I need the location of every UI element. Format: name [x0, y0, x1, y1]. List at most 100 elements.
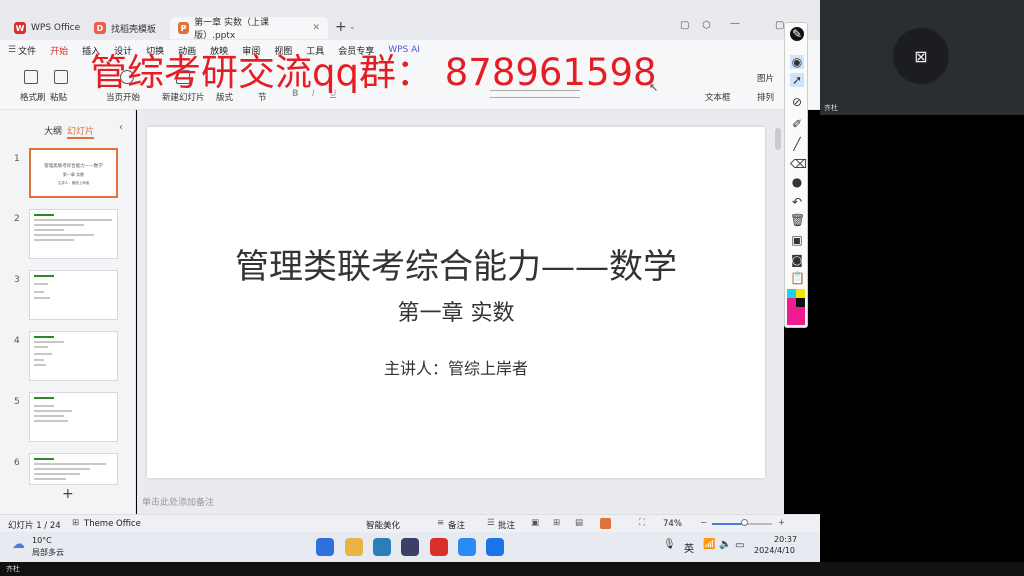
slide-number: 4: [14, 336, 20, 346]
paste-icon[interactable]: [54, 70, 68, 84]
wifi-icon[interactable]: 📶: [703, 539, 715, 550]
vertical-scrollbar[interactable]: [775, 128, 781, 150]
grid-view-icon[interactable]: ⊞: [553, 518, 560, 528]
start-icon[interactable]: [316, 538, 334, 556]
comments-button[interactable]: 批注: [498, 519, 515, 531]
notes-icon: ≡: [437, 518, 445, 528]
format-painter-icon[interactable]: [24, 70, 38, 84]
cube-icon[interactable]: ⬡: [702, 20, 711, 31]
paste-button[interactable]: 粘贴: [50, 91, 67, 103]
current-color[interactable]: [787, 307, 805, 325]
wps-taskbar-icon[interactable]: [430, 538, 448, 556]
zoom-slider-fill: [712, 523, 744, 525]
window-icon[interactable]: ▢: [680, 20, 689, 31]
slide-count: 幻灯片 1 / 24: [8, 521, 61, 531]
minimize-icon[interactable]: —: [730, 18, 740, 29]
comment-icon: ☰: [487, 518, 495, 528]
menu-file[interactable]: 文件: [18, 44, 36, 57]
bottom-name-label: 齐杜: [6, 565, 20, 573]
camera-icon[interactable]: ◙: [790, 253, 804, 267]
weather-desc[interactable]: 局部多云: [32, 547, 64, 558]
slide-thumb-3[interactable]: [29, 270, 118, 320]
new-tab-icon[interactable]: +: [335, 19, 347, 35]
volume-icon[interactable]: 🔈: [719, 539, 731, 550]
theme-name[interactable]: Theme Office: [84, 519, 141, 529]
arrange-button[interactable]: 排列: [757, 91, 774, 103]
tab-bar: W WPS Office D 找稻壳模板 P 第一章 实数（上课版）.pptx …: [0, 0, 820, 41]
slide-number: 1: [14, 154, 20, 164]
microphone-icon[interactable]: 🎙: [663, 539, 676, 550]
color-black[interactable]: [796, 298, 805, 307]
slide-thumb-2[interactable]: [29, 209, 118, 259]
slide-thumb-1[interactable]: 管理类联考综合能力——数学 第一章 实数 主讲人：管综上岸者: [29, 148, 118, 198]
clipboard-icon[interactable]: 📋: [790, 271, 805, 285]
tab-slides[interactable]: 幻灯片: [67, 124, 95, 139]
color-cyan[interactable]: [787, 289, 796, 298]
menu-home[interactable]: 开始: [50, 44, 68, 57]
store-icon[interactable]: [373, 538, 391, 556]
meeting-icon[interactable]: [486, 538, 504, 556]
textbox-button[interactable]: 文本框: [705, 91, 731, 103]
board-icon[interactable]: ▣: [790, 233, 804, 247]
feishu-icon[interactable]: [458, 538, 476, 556]
pointer-icon[interactable]: ➚: [790, 73, 804, 87]
camera-off-icon: ⊠: [914, 46, 928, 66]
picture-button[interactable]: 图片: [757, 72, 774, 84]
weather-temp[interactable]: 10°C: [32, 536, 52, 545]
tab-outline[interactable]: 大纲: [44, 124, 62, 137]
clock-date[interactable]: 2024/4/10: [754, 546, 795, 555]
tab-pptx[interactable]: P 第一章 实数（上课版）.pptx ✕: [170, 17, 328, 41]
thumb-subtitle: 第一章 实数: [62, 172, 85, 177]
zoom-level[interactable]: 74%: [663, 519, 682, 529]
tab-docer[interactable]: D 找稻壳模板: [86, 17, 164, 39]
annotation-toolbar: ✎ ◉ ➚ ⊘ ✐ ╱ ⌫ ● ↶ 🗑 ▣ ◙ 📋: [784, 22, 808, 328]
battery-icon[interactable]: ▭: [735, 540, 744, 551]
slide-thumb-4[interactable]: [29, 331, 118, 381]
participant-name: 齐杜: [824, 104, 838, 112]
collapse-panel-icon[interactable]: ‹: [119, 122, 123, 133]
reading-view-icon[interactable]: ▤: [575, 518, 583, 528]
current-slide[interactable]: 管理类联考综合能力——数学 第一章 实数 主讲人：管综上岸者: [147, 127, 765, 478]
zoom-in-icon[interactable]: +: [778, 518, 785, 528]
chevron-down-icon[interactable]: ⌄: [349, 22, 356, 31]
no-entry-icon[interactable]: ⊘: [790, 95, 804, 109]
fit-window-icon[interactable]: ⛶: [639, 518, 645, 528]
add-slide-button[interactable]: +: [62, 486, 74, 502]
clock-time[interactable]: 20:37: [774, 535, 797, 544]
format-painter-button[interactable]: 格式刷: [20, 91, 46, 103]
ime-indicator[interactable]: 英: [684, 540, 694, 555]
dot-icon[interactable]: ●: [790, 175, 804, 189]
slide-title[interactable]: 管理类联考综合能力——数学: [147, 239, 765, 288]
app-m-icon[interactable]: [401, 538, 419, 556]
slide-subtitle[interactable]: 第一章 实数: [147, 295, 765, 327]
trash-icon[interactable]: 🗑: [790, 213, 805, 227]
file-explorer-icon[interactable]: [345, 538, 363, 556]
color-yellow[interactable]: [796, 289, 805, 298]
notes-button[interactable]: 备注: [448, 519, 465, 531]
slide-presenter[interactable]: 主讲人：管综上岸者: [147, 355, 765, 379]
close-tab-icon[interactable]: ✕: [312, 23, 320, 33]
slide-thumb-5[interactable]: [29, 392, 118, 442]
pen-tool-icon[interactable]: ✎: [790, 27, 804, 41]
slide-number: 3: [14, 275, 20, 285]
highlighter-icon[interactable]: ✐: [790, 117, 804, 131]
notes-placeholder[interactable]: 单击此处添加备注: [142, 495, 214, 508]
slideshow-play-icon[interactable]: [600, 518, 611, 529]
eraser-icon[interactable]: ⌫: [790, 157, 807, 171]
zoom-out-icon[interactable]: −: [700, 518, 707, 528]
eye-icon[interactable]: ◉: [790, 55, 804, 69]
bottom-strip: 齐杜: [0, 562, 1024, 576]
slide-thumb-6[interactable]: [29, 453, 118, 485]
line-icon[interactable]: ╱: [790, 137, 804, 151]
tab-wps-office[interactable]: W WPS Office: [6, 17, 88, 39]
color-magenta[interactable]: [787, 298, 796, 307]
theme-icon: ⊞: [72, 518, 80, 528]
normal-view-icon[interactable]: ▣: [531, 518, 539, 528]
avatar[interactable]: ⊠: [893, 28, 949, 84]
zoom-slider-handle[interactable]: [741, 519, 748, 526]
overlay-watermark-text: 管综考研交流qq群： 878961598: [90, 51, 657, 94]
hamburger-icon[interactable]: ☰: [8, 45, 16, 55]
beautify-button[interactable]: 智能美化: [366, 519, 400, 531]
undo-icon[interactable]: ↶: [790, 195, 804, 209]
slide-number: 2: [14, 214, 20, 224]
